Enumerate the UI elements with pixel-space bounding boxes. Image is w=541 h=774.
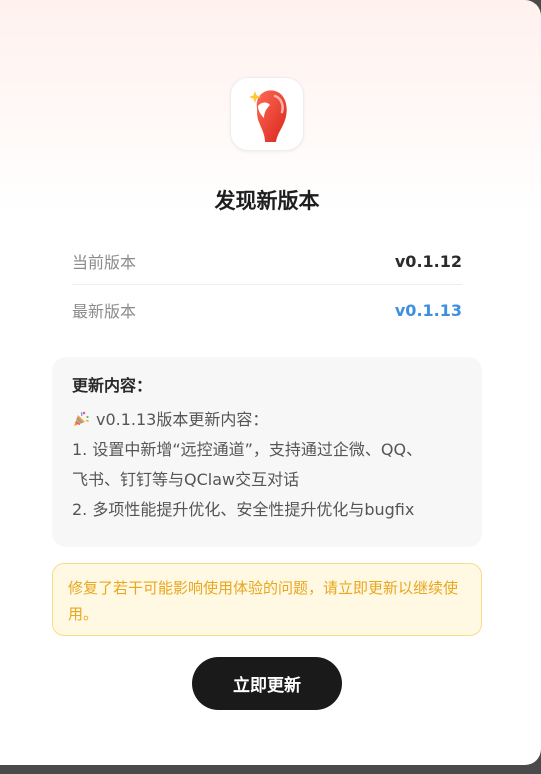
lobster-claw-icon <box>249 90 287 142</box>
latest-version-value: v0.1.13 <box>394 300 462 320</box>
party-popper-icon <box>72 408 90 426</box>
release-notes-line: 1. 设置中新增“远控通道”，支持通过企微、QQ、 <box>72 440 423 459</box>
latest-version-row: 最新版本 v0.1.13 <box>72 292 462 328</box>
version-divider <box>72 284 462 285</box>
update-now-button[interactable]: 立即更新 <box>192 657 342 710</box>
current-version-label: 当前版本 <box>72 253 137 272</box>
release-notes-line: v0.1.13版本更新内容： <box>72 405 462 435</box>
warning-notice: 修复了若干可能影响使用体验的问题，请立即更新以继续使用。 <box>52 563 482 636</box>
latest-version-label: 最新版本 <box>72 302 137 321</box>
release-notes-heading: 更新内容： <box>72 376 153 395</box>
release-notes-box: 更新内容： v0.1.13版本更新内容： 1. 设置中新增“远控通道”，支持通过… <box>52 357 482 547</box>
release-notes-line-text: v0.1.13版本更新内容： <box>96 410 269 429</box>
release-notes-line: 2. 多项性能提升优化、安全性提升优化与bugfix <box>72 500 415 519</box>
dialog-title: 发现新版本 <box>214 189 320 213</box>
update-dialog: 发现新版本 当前版本 v0.1.12 最新版本 v0.1.13 更新内容： v0… <box>0 0 541 765</box>
app-logo-icon <box>230 77 304 151</box>
current-version-row: 当前版本 v0.1.12 <box>72 243 462 279</box>
release-notes-line: 飞书、钉钉等与QClaw交互对话 <box>72 470 300 489</box>
current-version-value: v0.1.12 <box>394 251 462 271</box>
